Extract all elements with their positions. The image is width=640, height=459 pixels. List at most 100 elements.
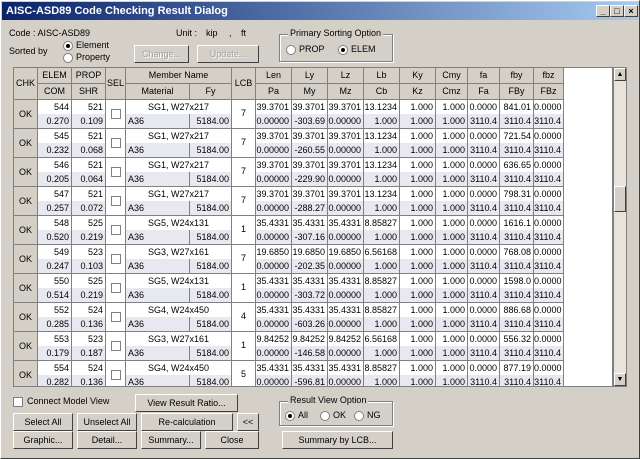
row-value-top: 0.0000 (534, 303, 564, 318)
sort-element-radio[interactable]: Element (63, 40, 109, 51)
view-ok-radio[interactable]: OK (320, 410, 346, 421)
row-value-bottom: 1.000 (400, 375, 436, 386)
row-select-cell[interactable] (106, 187, 126, 216)
row-select-cell[interactable] (106, 216, 126, 245)
row-select-cell[interactable] (106, 332, 126, 361)
minimize-button[interactable]: _ (596, 5, 610, 17)
row-value-bottom: 1.000 (436, 346, 468, 361)
change-button[interactable]: Change... (134, 45, 189, 63)
row-select-cell[interactable] (106, 245, 126, 274)
checkbox-icon[interactable] (110, 282, 121, 293)
summary-button[interactable]: Summary... (141, 431, 201, 449)
row-select-cell[interactable] (106, 129, 126, 158)
connect-model-view-checkbox[interactable]: Connect Model View (13, 396, 109, 407)
col-header-com[interactable]: COM (38, 84, 72, 100)
row-value-top: 0.0000 (534, 245, 564, 260)
row-check-status: OK (14, 216, 38, 245)
view-result-ratio-button[interactable]: View Result Ratio... (135, 394, 238, 412)
row-value-bottom: 1.000 (400, 201, 436, 216)
detail-button[interactable]: Detail... (77, 431, 137, 449)
col-header-material[interactable]: Material (126, 84, 190, 100)
update-button[interactable]: Update... (197, 45, 259, 63)
col-header-top[interactable]: Lz (328, 68, 364, 84)
col-header-bottom[interactable]: Cb (364, 84, 400, 100)
col-header-lcb[interactable]: LCB (232, 68, 256, 100)
checkbox-icon (13, 396, 23, 407)
col-header-bottom[interactable]: Cmz (436, 84, 468, 100)
col-header-sel[interactable]: SEL (106, 68, 126, 100)
select-all-button[interactable]: Select All (13, 413, 73, 431)
col-header-shr[interactable]: SHR (72, 84, 106, 100)
checkbox-icon[interactable] (110, 340, 121, 351)
row-prop: 521 (72, 100, 106, 115)
unselect-all-button[interactable]: Unselect All (77, 413, 137, 431)
window-title: AISC-ASD89 Code Checking Result Dialog (6, 5, 228, 17)
checkbox-icon[interactable] (110, 311, 121, 322)
sort-property-radio[interactable]: Property (63, 52, 110, 63)
row-value-bottom: 3110.4 (534, 172, 564, 187)
row-value-top: 1.000 (400, 129, 436, 144)
graphic-button[interactable]: Graphic... (13, 431, 73, 449)
summary-by-lcb-button[interactable]: Summary by LCB... (282, 431, 393, 449)
checkbox-icon[interactable] (110, 253, 121, 264)
row-value-bottom: 1.000 (436, 172, 468, 187)
col-header-bottom[interactable]: Kz (400, 84, 436, 100)
col-header-prop[interactable]: PROP (72, 68, 106, 84)
row-select-cell[interactable] (106, 158, 126, 187)
col-header-elem[interactable]: ELEM (38, 68, 72, 84)
scroll-thumb[interactable] (614, 186, 626, 212)
col-header-top[interactable]: fbz (534, 68, 564, 84)
row-shr-ratio: 0.136 (72, 375, 106, 386)
maximize-button[interactable]: □ (610, 5, 624, 17)
col-header-top[interactable]: Ly (292, 68, 328, 84)
row-value-top: 39.3701 (256, 158, 292, 173)
row-value-top: 721.54 (500, 129, 534, 144)
col-header-bottom[interactable]: Pa (256, 84, 292, 100)
sort-elem-radio[interactable]: ELEM (338, 44, 376, 55)
row-select-cell[interactable] (106, 100, 126, 129)
checkbox-icon[interactable] (110, 224, 121, 235)
checkbox-icon[interactable] (110, 137, 121, 148)
row-select-cell[interactable] (106, 303, 126, 332)
checkbox-icon[interactable] (110, 166, 121, 177)
row-member-name: SG1, W27x217 (126, 158, 232, 173)
close-button[interactable]: Close (205, 431, 259, 449)
vertical-scrollbar[interactable]: ▲ ▼ (613, 67, 627, 387)
col-header-top[interactable]: fa (468, 68, 500, 84)
sort-prop-radio[interactable]: PROP (286, 44, 325, 55)
col-header-top[interactable]: Ky (400, 68, 436, 84)
radio-on-icon (338, 44, 348, 55)
col-header-top[interactable]: fby (500, 68, 534, 84)
col-header-bottom[interactable]: FBy (500, 84, 534, 100)
col-header-bottom[interactable]: Mz (328, 84, 364, 100)
row-select-cell[interactable] (106, 361, 126, 386)
row-select-cell[interactable] (106, 274, 126, 303)
col-header-member-name[interactable]: Member Name (126, 68, 232, 84)
col-header-bottom[interactable]: FBz (534, 84, 564, 100)
col-header-top[interactable]: Lb (364, 68, 400, 84)
row-value-bottom: 3110.4 (468, 317, 500, 332)
row-value-bottom: 1.000 (400, 346, 436, 361)
row-prop: 524 (72, 361, 106, 376)
scroll-down-icon[interactable]: ▼ (614, 373, 626, 386)
col-header-chk[interactable]: CHK (14, 68, 38, 100)
col-header-top[interactable]: Len (256, 68, 292, 84)
close-window-button[interactable]: × (624, 5, 638, 17)
col-header-bottom[interactable]: Fa (468, 84, 500, 100)
col-header-fy[interactable]: Fy (190, 84, 232, 100)
recalculation-button[interactable]: Re-calculation (141, 413, 233, 431)
view-ng-radio[interactable]: NG (354, 410, 381, 421)
checkbox-icon[interactable] (110, 108, 121, 119)
checkbox-icon[interactable] (110, 195, 121, 206)
results-grid[interactable]: CHK ELEM COM PROP SHR SEL Member Name Material F… (13, 67, 613, 387)
scroll-up-icon[interactable]: ▲ (614, 68, 626, 81)
row-value-top: 39.3701 (328, 129, 364, 144)
col-header-bottom[interactable]: My (292, 84, 328, 100)
checkbox-icon[interactable] (110, 369, 121, 380)
col-header-top[interactable]: Cmy (436, 68, 468, 84)
row-value-bottom: 1.000 (436, 201, 468, 216)
collapse-button[interactable]: << (237, 413, 259, 431)
view-all-radio[interactable]: All (285, 410, 308, 421)
row-value-top: 1.000 (436, 245, 468, 260)
row-lcb: 7 (232, 129, 256, 158)
